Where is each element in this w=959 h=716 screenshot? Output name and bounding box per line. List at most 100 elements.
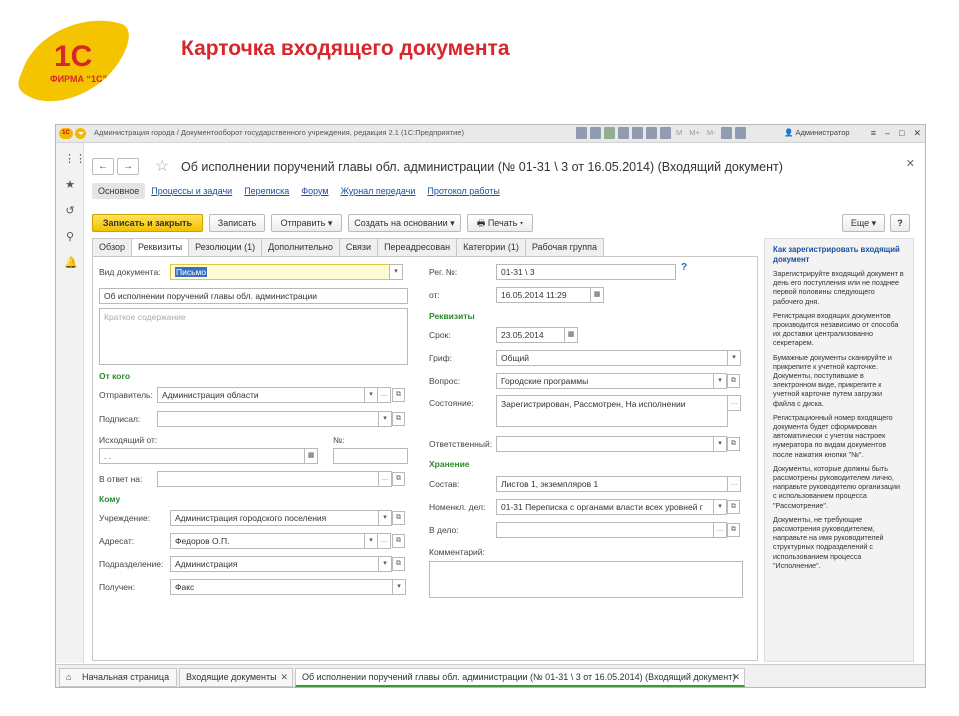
current-doc-tab[interactable]: Об исполнении поручений главы обл. админ… <box>295 668 745 687</box>
memory-m[interactable]: M <box>674 127 684 139</box>
reply-open-icon[interactable]: ⧉ <box>392 472 405 486</box>
current-user[interactable]: 👤 Администратор <box>784 128 850 137</box>
main-menu-icon[interactable] <box>75 128 86 139</box>
tab-categories[interactable]: Категории (1) <box>456 238 526 256</box>
from-date-field[interactable]: 16.05.2014 11:29 <box>496 287 591 303</box>
sender-open-icon[interactable]: ⧉ <box>392 388 405 402</box>
org-field[interactable]: Администрация городского поселения <box>170 510 379 526</box>
nav-link-transfer-log[interactable]: Журнал передачи <box>335 183 422 199</box>
help-button[interactable]: ? <box>890 214 910 232</box>
dept-dropdown-icon[interactable]: ▾ <box>378 556 392 572</box>
calendar-icon[interactable]: ▦ <box>590 287 604 303</box>
signed-dropdown-icon[interactable]: ▾ <box>378 411 392 427</box>
state-select-icon[interactable]: … <box>727 395 741 411</box>
nomenclature-open-icon[interactable]: ⧉ <box>727 500 740 514</box>
state-field[interactable]: Зарегистрирован, Рассмотрен, На исполнен… <box>496 395 728 427</box>
org-open-icon[interactable]: ⧉ <box>392 511 405 525</box>
download-icon[interactable] <box>604 127 615 139</box>
nav-link-correspondence[interactable]: Переписка <box>238 183 295 199</box>
tab-requisites[interactable]: Реквизиты <box>131 238 190 257</box>
nomenclature-dropdown-icon[interactable]: ▾ <box>713 499 727 515</box>
home-tab[interactable]: ⌂ Начальная страница <box>59 668 177 687</box>
notifications-bell-icon[interactable]: 🔔 <box>64 257 78 269</box>
copy-icon[interactable] <box>632 127 643 139</box>
nav-link-main[interactable]: Основное <box>92 183 146 199</box>
responsible-open-icon[interactable]: ⧉ <box>727 437 740 451</box>
tab-overview[interactable]: Обзор <box>92 238 132 256</box>
close-tab-icon[interactable]: ✕ <box>732 669 740 686</box>
close-window-icon[interactable]: ✕ <box>913 127 921 139</box>
help-question-icon[interactable]: ? <box>681 262 687 273</box>
nav-link-work-log[interactable]: Протокол работы <box>421 183 505 199</box>
sender-select-icon[interactable]: … <box>377 387 391 403</box>
minimize-icon[interactable]: – <box>885 127 890 139</box>
doc-type-field[interactable]: Письмо <box>170 264 390 280</box>
back-button[interactable]: ← <box>92 158 114 175</box>
responsible-dropdown-icon[interactable]: ▾ <box>713 436 727 452</box>
received-dropdown-icon[interactable]: ▾ <box>392 579 406 595</box>
print-icon[interactable] <box>590 127 601 139</box>
sender-dropdown-icon[interactable]: ▾ <box>364 387 378 403</box>
grid-menu-icon[interactable]: ⋮⋮ <box>64 153 86 165</box>
case-select-icon[interactable]: … <box>713 522 727 538</box>
subject-field[interactable]: Об исполнении поручений главы обл. админ… <box>99 288 408 304</box>
settings-icon[interactable]: ≡ <box>871 127 876 139</box>
more-button[interactable]: Еще ▾ <box>842 214 885 232</box>
info-icon[interactable] <box>734 127 746 139</box>
addressee-dropdown-icon[interactable]: ▾ <box>364 533 378 549</box>
case-open-icon[interactable]: ⧉ <box>727 523 740 537</box>
dept-open-icon[interactable]: ⧉ <box>392 557 405 571</box>
search-icon[interactable]: ⚲ <box>64 231 76 243</box>
nomenclature-field[interactable]: 01-31 Переписка с органами власти всех у… <box>496 499 714 515</box>
favorite-star-icon[interactable]: ☆ <box>155 156 169 176</box>
received-field[interactable]: Факс <box>170 579 393 595</box>
memory-m-plus[interactable]: M+ <box>687 127 702 139</box>
signed-field[interactable] <box>157 411 379 427</box>
tab-redirected[interactable]: Переадресован <box>377 238 458 256</box>
question-field[interactable]: Городские программы <box>496 373 714 389</box>
maximize-icon[interactable]: □ <box>899 127 904 139</box>
due-field[interactable]: 23.05.2014 <box>496 327 565 343</box>
question-dropdown-icon[interactable]: ▾ <box>713 373 727 389</box>
org-dropdown-icon[interactable]: ▾ <box>378 510 392 526</box>
create-based-on-button[interactable]: Создать на основании ▾ <box>348 214 461 232</box>
save-and-close-button[interactable]: Записать и закрыть <box>92 214 203 232</box>
responsible-field[interactable] <box>496 436 714 452</box>
send-button[interactable]: Отправить ▾ <box>271 214 342 232</box>
zoom-icon[interactable] <box>720 127 732 139</box>
app-logo-icon[interactable]: 1С <box>59 128 73 139</box>
reg-no-field[interactable]: 01-31 \ 3 <box>496 264 676 280</box>
forward-button[interactable]: → <box>117 158 139 175</box>
nav-link-processes[interactable]: Процессы и задачи <box>145 183 238 199</box>
addressee-open-icon[interactable]: ⧉ <box>392 534 405 548</box>
tab-resolutions[interactable]: Резолюции (1) <box>188 238 263 256</box>
addressee-select-icon[interactable]: … <box>377 533 391 549</box>
comment-field[interactable] <box>429 561 743 598</box>
print-button[interactable]: 🖶 Печать ▾ <box>467 214 533 232</box>
composition-select-icon[interactable]: … <box>727 476 741 492</box>
doc-type-dropdown-icon[interactable]: ▾ <box>389 264 403 280</box>
incoming-docs-tab[interactable]: Входящие документы ✕ <box>179 668 293 687</box>
favorites-star-icon[interactable]: ★ <box>64 179 76 191</box>
grif-dropdown-icon[interactable]: ▾ <box>727 350 741 366</box>
tab-links[interactable]: Связи <box>338 238 379 256</box>
reply-field[interactable] <box>157 471 379 487</box>
save-button[interactable]: Записать <box>209 214 265 232</box>
sender-field[interactable]: Администрация области <box>157 387 365 403</box>
tab-workgroup[interactable]: Рабочая группа <box>524 238 605 256</box>
compare-icon[interactable] <box>618 127 629 139</box>
calendar-icon[interactable]: ▦ <box>304 448 318 464</box>
calculator-icon[interactable] <box>646 127 657 139</box>
question-open-icon[interactable]: ⧉ <box>727 374 740 388</box>
close-tab-icon[interactable]: ✕ <box>280 669 288 686</box>
tab-additional[interactable]: Дополнительно <box>261 238 340 256</box>
summary-field[interactable]: Краткое содержание <box>99 308 408 365</box>
addressee-field[interactable]: Федоров О.П. <box>170 533 365 549</box>
signed-open-icon[interactable]: ⧉ <box>392 412 405 426</box>
nav-link-forum[interactable]: Форум <box>295 183 334 199</box>
save-icon[interactable] <box>576 127 587 139</box>
case-field[interactable] <box>496 522 714 538</box>
outgoing-date-field[interactable]: . . <box>99 448 305 464</box>
close-document-icon[interactable]: ✕ <box>906 157 915 170</box>
reply-select-icon[interactable]: … <box>378 471 392 487</box>
